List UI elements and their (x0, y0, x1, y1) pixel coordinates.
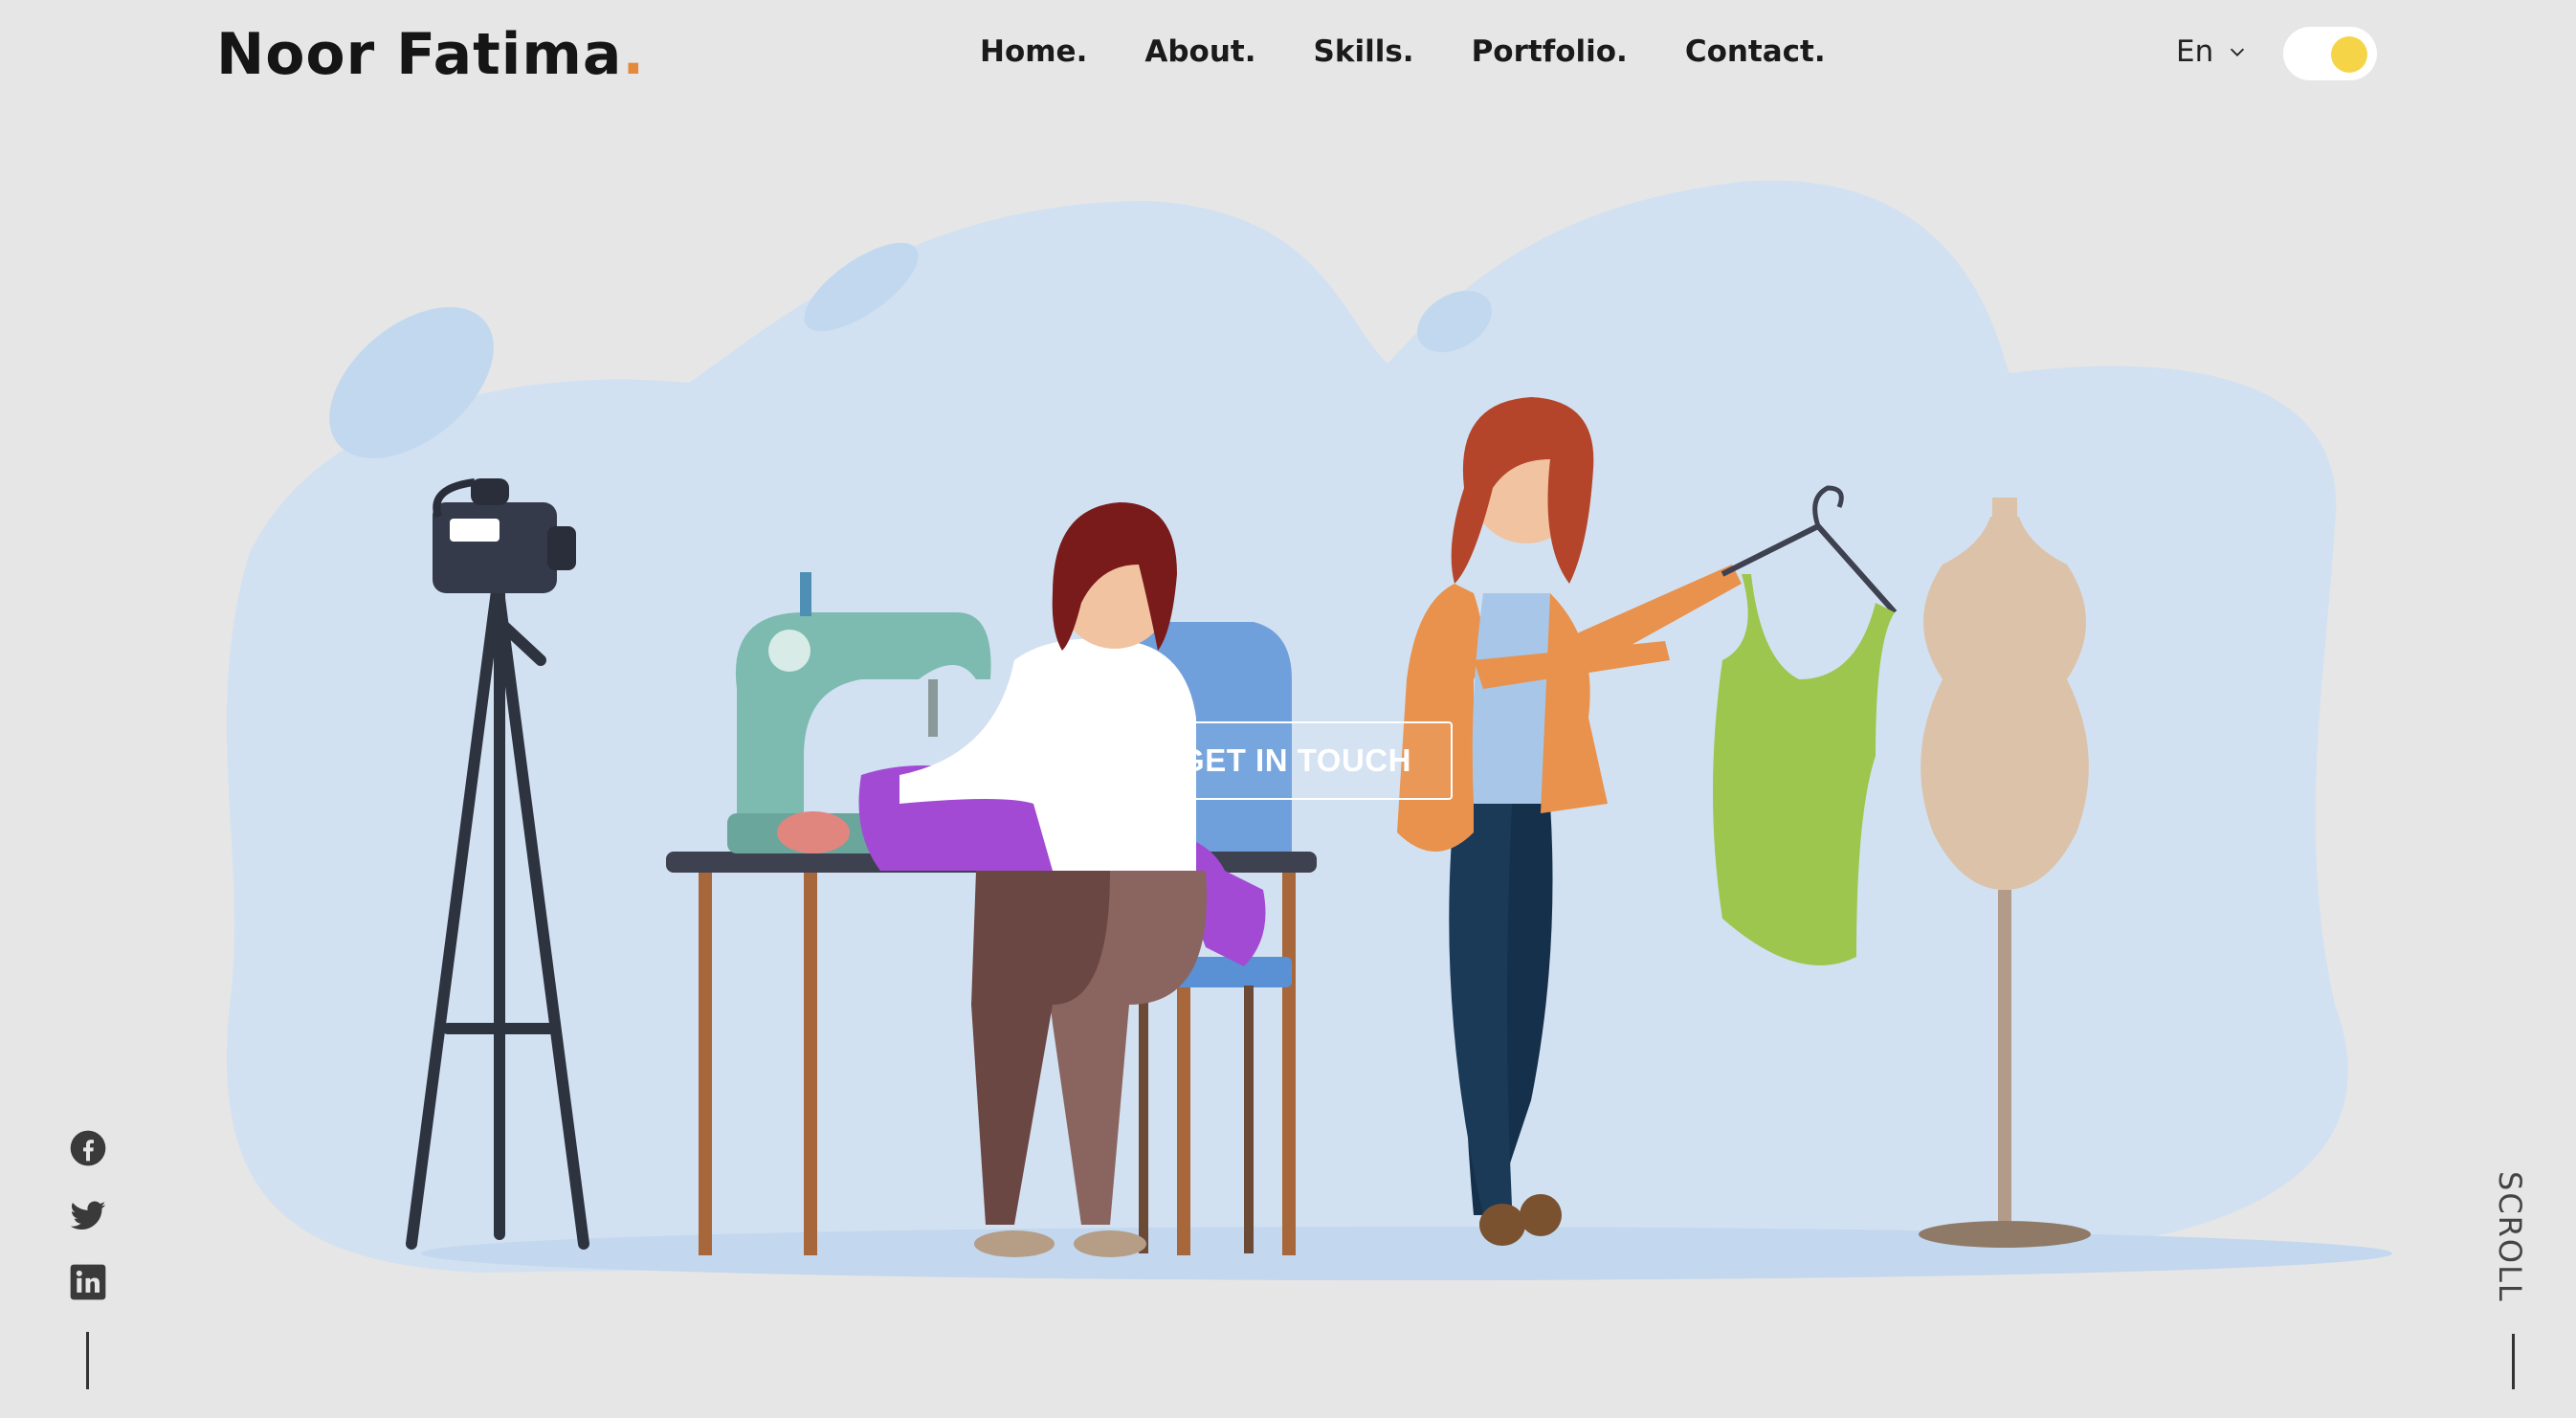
site-logo[interactable]: Noor Fatima. (216, 21, 645, 88)
theme-toggle[interactable] (2283, 27, 2377, 80)
nav-contact[interactable]: Contact. (1685, 34, 1826, 69)
linkedin-icon[interactable] (69, 1263, 107, 1301)
get-in-touch-button[interactable]: GET IN TOUCH (1139, 721, 1453, 800)
logo-dot: . (622, 21, 646, 88)
nav-portfolio[interactable]: Portfolio. (1472, 34, 1628, 69)
language-select[interactable]: En (2176, 34, 2248, 69)
floor-shadow (421, 1227, 2392, 1280)
logo-text: Noor Fatima (216, 21, 623, 88)
social-links (69, 1129, 107, 1301)
toggle-knob (2331, 36, 2367, 73)
scroll-line (2512, 1334, 2515, 1389)
language-label: En (2176, 34, 2214, 69)
twitter-icon[interactable] (69, 1196, 107, 1234)
chevron-down-icon (2231, 48, 2245, 56)
nav-about[interactable]: About. (1144, 34, 1255, 69)
scroll-label[interactable]: SCROLL (2492, 1171, 2528, 1303)
nav-home[interactable]: Home. (980, 34, 1087, 69)
social-divider (86, 1332, 89, 1389)
facebook-icon[interactable] (69, 1129, 107, 1167)
nav-skills[interactable]: Skills. (1314, 34, 1414, 69)
main-nav: Home. About. Skills. Portfolio. Contact. (980, 34, 1826, 69)
